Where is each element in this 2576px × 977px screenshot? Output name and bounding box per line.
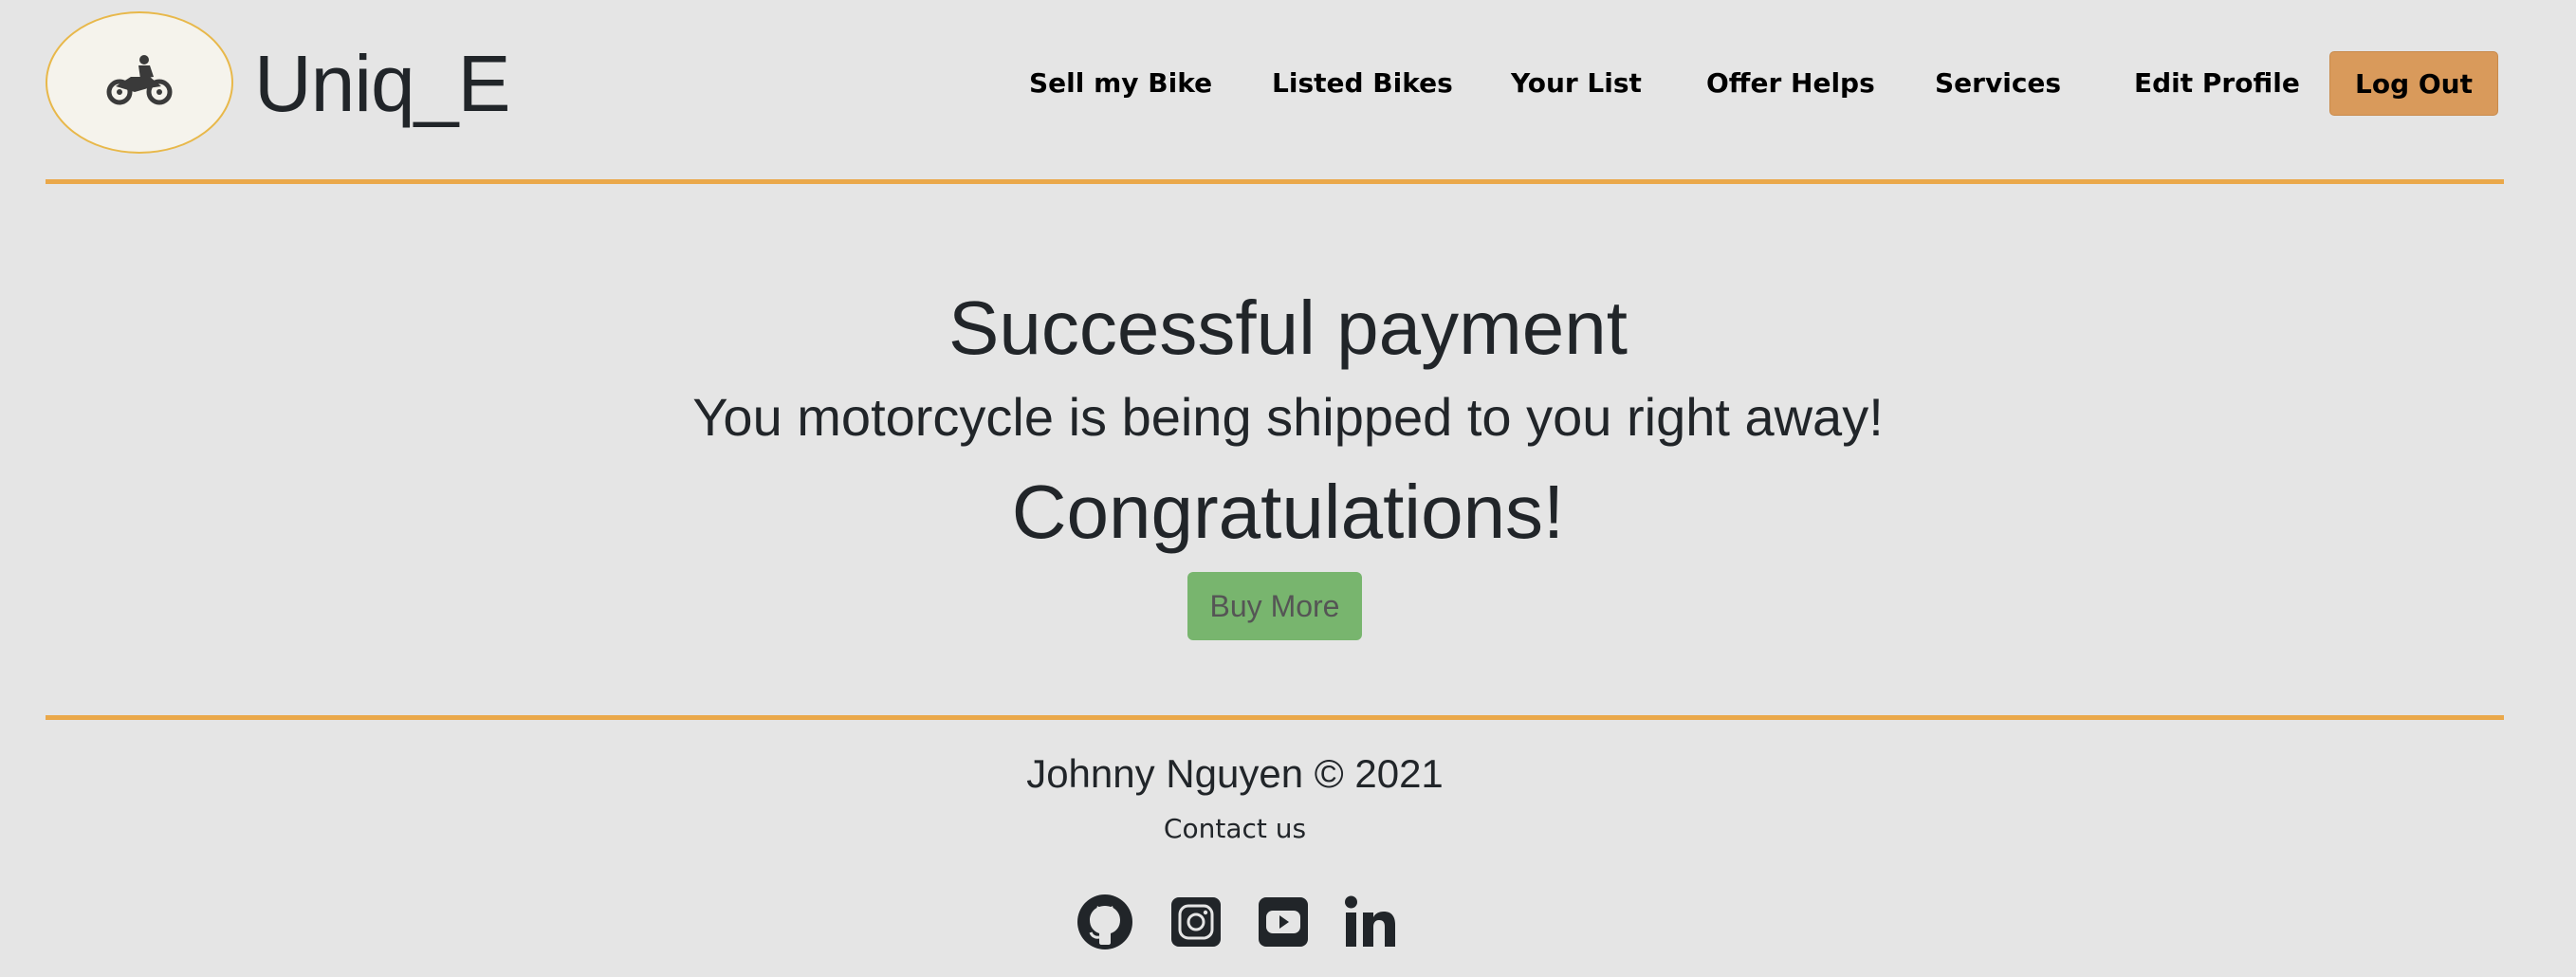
nav-listed-bikes[interactable]: Listed Bikes — [1272, 65, 1453, 102]
instagram-icon[interactable] — [1168, 894, 1224, 950]
header-divider — [46, 179, 2504, 184]
footer-credit: Johnny Nguyen © 2021 — [1026, 751, 1444, 796]
page-title: Successful payment — [948, 286, 1628, 370]
shipping-message: You motorcycle is being shipped to you r… — [692, 387, 1884, 447]
logo[interactable] — [46, 11, 233, 154]
nav-your-list[interactable]: Your List — [1511, 65, 1642, 102]
github-icon[interactable] — [1076, 894, 1133, 950]
nav-edit-profile[interactable]: Edit Profile — [2134, 65, 2300, 102]
contact-link[interactable]: Contact us — [0, 812, 2523, 846]
logout-button[interactable]: Log Out — [2329, 51, 2498, 116]
site-header: Uniq_E Sell my Bike Listed Bikes Your Li… — [0, 0, 2576, 180]
youtube-icon[interactable] — [1255, 894, 1312, 950]
brand-name[interactable]: Uniq_E — [254, 38, 511, 129]
motorcycle-icon — [106, 54, 173, 112]
congrats-heading: Congratulations! — [1011, 470, 1565, 554]
nav-services[interactable]: Services — [1935, 65, 2061, 102]
buy-more-button[interactable]: Buy More — [1187, 572, 1362, 640]
footer-divider — [46, 715, 2504, 720]
linkedin-icon[interactable] — [1342, 894, 1399, 950]
nav-offer-helps[interactable]: Offer Helps — [1706, 65, 1875, 102]
nav-sell-my-bike[interactable]: Sell my Bike — [1029, 65, 1212, 102]
